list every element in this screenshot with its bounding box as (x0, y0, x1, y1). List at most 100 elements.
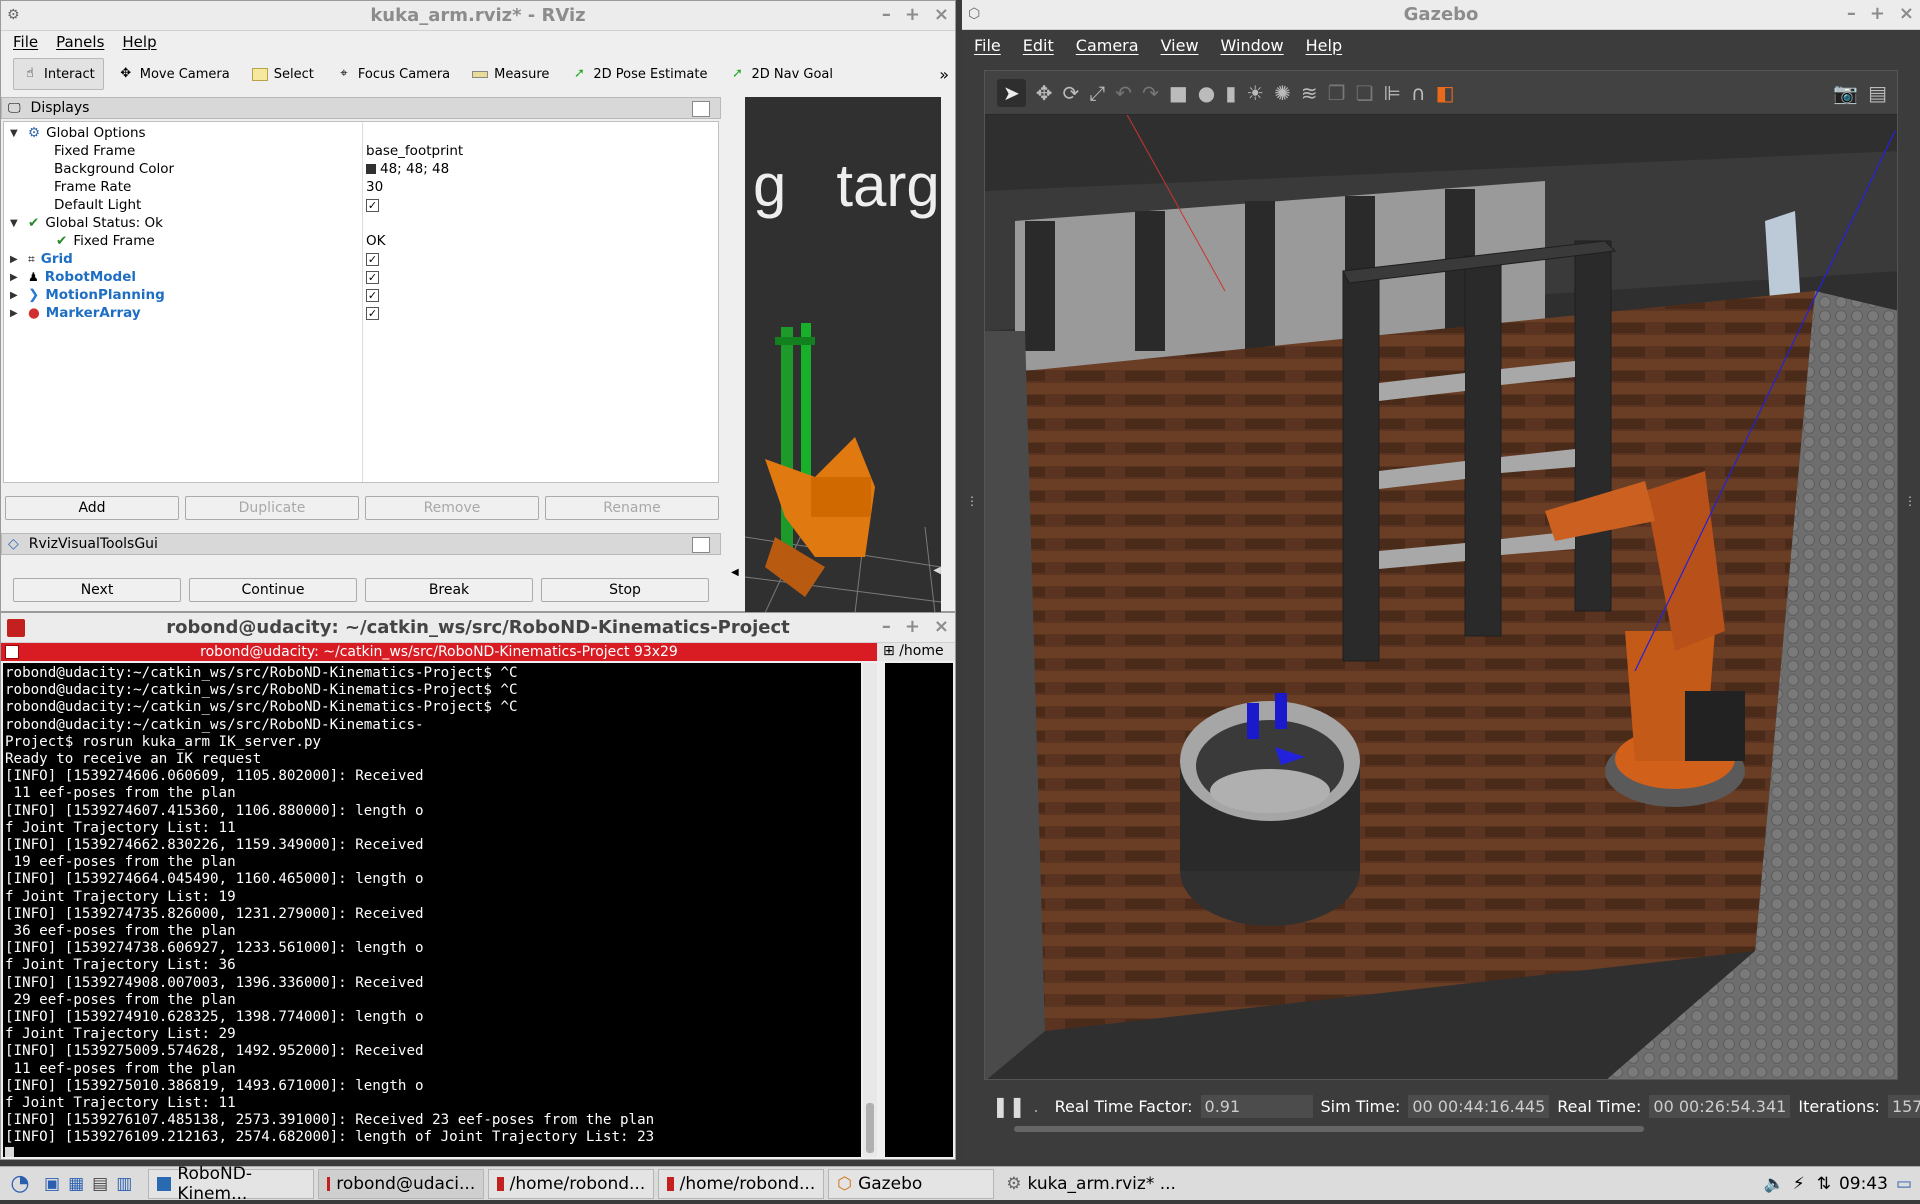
sphere-icon[interactable]: ● (1198, 81, 1215, 105)
copy-icon[interactable]: ❐ (1328, 81, 1346, 105)
gz-menu-file[interactable]: File (974, 36, 1001, 55)
expand-arrow-icon[interactable]: ▼ (10, 128, 22, 139)
network-icon[interactable]: ⇅ (1817, 1174, 1831, 1194)
duplicate-button[interactable]: Duplicate (185, 496, 359, 520)
log-icon[interactable]: ▤ (1868, 81, 1887, 105)
scrollbar-thumb[interactable] (866, 1103, 874, 1153)
tree-row-robotmodel[interactable]: ▶ ♟ RobotModel ✓ (4, 268, 718, 286)
gz-menu-view[interactable]: View (1161, 36, 1199, 55)
tree-row-global-status[interactable]: ▼ ✔ Global Status: Ok (4, 214, 718, 232)
tree-row-background-color[interactable]: Background Color 48; 48; 48 (4, 160, 718, 178)
tool-interact[interactable]: ☝ Interact (13, 58, 104, 90)
robotmodel-checkbox[interactable]: ✓ (366, 270, 379, 284)
spot-light-icon[interactable]: ≋ (1301, 81, 1318, 105)
paste-icon[interactable]: ❏ (1356, 81, 1374, 105)
collapse-arrow-icon[interactable]: ▶ (10, 272, 22, 283)
collapse-arrow-icon[interactable]: ▶ (10, 290, 22, 301)
toolbar-overflow-icon[interactable]: » (939, 65, 949, 84)
terminal-scrollbar[interactable] (863, 663, 877, 1157)
left-dock-handle-icon[interactable]: ⋮ (966, 494, 978, 508)
terminal-output[interactable]: robond@udacity:~/catkin_ws/src/RoboND-Ki… (3, 663, 861, 1157)
close-icon[interactable]: × (934, 616, 949, 637)
show-desktop-icon[interactable]: ▭ (1896, 1174, 1912, 1194)
clock[interactable]: 09:43 (1839, 1174, 1888, 1194)
cylinder-icon[interactable]: ▮ (1225, 81, 1236, 105)
minimize-icon[interactable]: – (882, 4, 891, 25)
minimize-icon[interactable]: – (1847, 3, 1856, 24)
collapse-left-icon[interactable]: ◀ (731, 567, 739, 578)
taskbar-item-rviz[interactable]: ⚙ kuka_arm.rviz* ... (998, 1169, 1218, 1199)
taskbar-item-home-2[interactable]: /home/robond... (658, 1168, 825, 1199)
align-icon[interactable]: ⊫ (1384, 81, 1401, 105)
translate-icon[interactable]: ✥ (1036, 81, 1053, 105)
default-light-checkbox[interactable]: ✓ (366, 198, 379, 212)
box-icon[interactable]: ■ (1169, 81, 1188, 105)
fixed-frame-value[interactable]: base_footprint (366, 143, 463, 159)
gazebo-titlebar[interactable]: ⬡ Gazebo – + × (962, 0, 1920, 30)
power-icon[interactable]: ⚡ (1793, 1174, 1805, 1194)
next-button[interactable]: Next (13, 578, 181, 602)
pause-icon[interactable]: ❚❚ (992, 1094, 1026, 1118)
menu-file[interactable]: File (13, 33, 38, 51)
screenshot-icon[interactable]: 📷 (1833, 81, 1858, 105)
tree-row-global-options[interactable]: ▼ ⚙ Global Options (4, 124, 718, 142)
tool-2d-pose-estimate[interactable]: ➚ 2D Pose Estimate (563, 58, 715, 90)
scale-icon[interactable]: ⤢ (1089, 81, 1105, 105)
rviz-3d-viewport[interactable]: g targ ◀ (745, 97, 941, 613)
markerarray-checkbox[interactable]: ✓ (366, 306, 379, 320)
terminal-tab-second[interactable]: ⊞ /home (877, 643, 955, 661)
taskbar-item-rviz-screen[interactable]: RoboND-Kinem... (148, 1164, 315, 1204)
collapse-arrow-icon[interactable]: ▶ (10, 254, 22, 265)
tool-2d-nav-goal[interactable]: ➚ 2D Nav Goal (721, 58, 841, 90)
maximize-icon[interactable]: + (1870, 3, 1885, 24)
desktop-switch-icon[interactable]: ▥ (116, 1174, 132, 1194)
motionplanning-checkbox[interactable]: ✓ (366, 288, 379, 302)
start-menu-icon[interactable]: ◔ (0, 1169, 40, 1199)
rename-button[interactable]: Rename (545, 496, 719, 520)
gazebo-scene[interactable]: ➤ ✥ ⟳ ⤢ ↶ ↷ ■ ● ▮ ☀ ✺ ≋ ❐ ❏ ⊫ ∩ ◧ 📷 ▤ (984, 70, 1898, 1080)
break-button[interactable]: Break (365, 578, 533, 602)
tree-row-fixed-frame[interactable]: Fixed Frame base_footprint (4, 142, 718, 160)
gz-menu-help[interactable]: Help (1306, 36, 1342, 55)
stop-button[interactable]: Stop (541, 578, 709, 602)
remove-button[interactable]: Remove (365, 496, 539, 520)
expand-arrow-icon[interactable]: ▼ (10, 218, 22, 229)
close-icon[interactable]: × (934, 4, 949, 25)
gz-menu-window[interactable]: Window (1221, 36, 1284, 55)
gz-menu-edit[interactable]: Edit (1023, 36, 1054, 55)
terminal-titlebar[interactable]: robond@udacity: ~/catkin_ws/src/RoboND-K… (1, 613, 955, 643)
menu-help[interactable]: Help (122, 33, 156, 51)
pointer-icon[interactable]: ➤ (997, 78, 1026, 107)
continue-button[interactable]: Continue (189, 578, 357, 602)
add-button[interactable]: Add (5, 496, 179, 520)
collapse-arrow-icon[interactable]: ▶ (10, 308, 22, 319)
undo-icon[interactable]: ↶ (1115, 81, 1132, 105)
point-light-icon[interactable]: ✺ (1274, 81, 1291, 105)
taskbar-item-home-1[interactable]: /home/robond... (488, 1168, 655, 1199)
maximize-icon[interactable]: + (905, 4, 920, 25)
minimize-icon[interactable]: – (882, 616, 891, 637)
tool-select[interactable]: Select (244, 58, 322, 90)
color-swatch[interactable] (366, 164, 376, 174)
tree-row-markerarray[interactable]: ▶ ● MarkerArray ✓ (4, 304, 718, 322)
right-dock-handle-icon[interactable]: ⋮ (1904, 494, 1916, 508)
taskbar-item-gazebo[interactable]: ⬡ Gazebo (828, 1168, 995, 1199)
tree-row-frame-rate[interactable]: Frame Rate 30 (4, 178, 718, 196)
grid-checkbox[interactable]: ✓ (366, 252, 379, 266)
tool-move-camera[interactable]: ✥ Move Camera (110, 58, 238, 90)
menu-panels[interactable]: Panels (56, 33, 104, 51)
displays-float-checkbox[interactable] (692, 101, 710, 117)
terminal-tab-active[interactable]: robond@udacity: ~/catkin_ws/src/RoboND-K… (1, 643, 877, 661)
control-panel-icon[interactable]: ▦ (68, 1174, 84, 1194)
file-manager-icon[interactable]: ▣ (44, 1174, 60, 1194)
collapse-right-icon[interactable]: ◀ (933, 565, 941, 576)
gazebo-horizontal-scrollbar[interactable] (1014, 1126, 1644, 1132)
browser-icon[interactable]: ▤ (92, 1174, 108, 1194)
close-icon[interactable]: × (1899, 3, 1914, 24)
rotate-icon[interactable]: ⟳ (1063, 81, 1080, 105)
tool-measure[interactable]: Measure (464, 58, 557, 90)
tool-focus-camera[interactable]: ⌖ Focus Camera (328, 58, 458, 90)
redo-icon[interactable]: ↷ (1142, 81, 1159, 105)
tree-row-status-fixed-frame[interactable]: ✔ Fixed Frame OK (4, 232, 718, 250)
volume-icon[interactable]: 🔈 (1764, 1174, 1785, 1194)
